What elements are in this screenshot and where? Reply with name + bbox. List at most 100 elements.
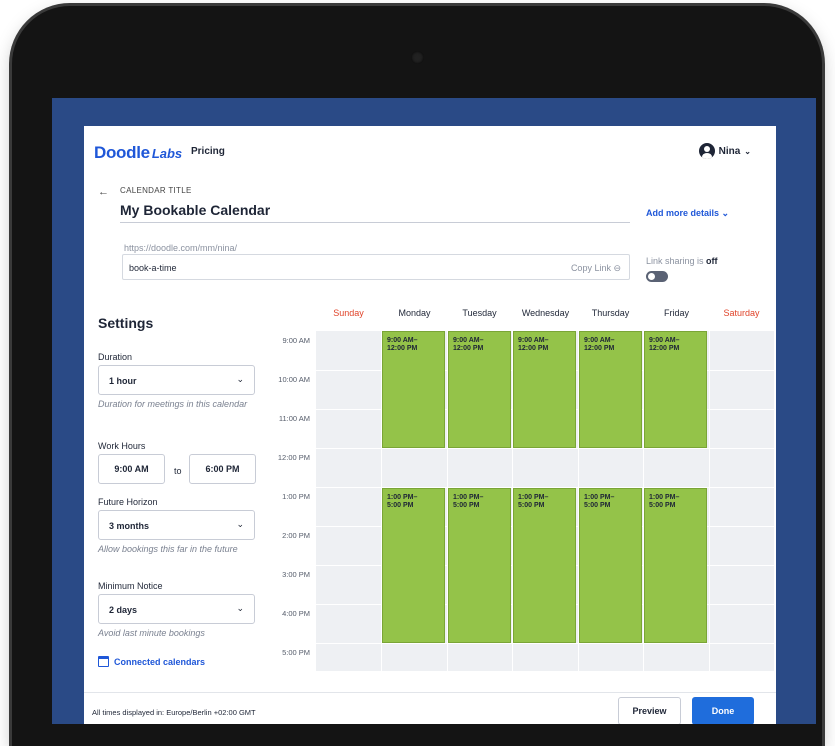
user-menu[interactable]: Nina ⌄	[698, 143, 751, 159]
block-start: 9:00 AM–	[518, 337, 549, 344]
day-header-thursday: Thursday	[591, 308, 630, 318]
pricing-link[interactable]: Pricing	[191, 146, 225, 157]
block-start: 9:00 AM–	[453, 337, 484, 344]
user-name: Nina	[718, 145, 741, 157]
time-label: 2:00 PM	[282, 531, 310, 540]
time-label: 11:00 AM	[278, 414, 310, 423]
link-sharing-prefix: Link sharing is	[646, 256, 704, 266]
availability-block-tuesday-am[interactable]: 9:00 AM– 12:00 PM	[448, 331, 511, 448]
block-start: 1:00 PM–	[584, 494, 615, 501]
availability-block-monday-pm[interactable]: 1:00 PM– 5:00 PM	[382, 488, 445, 643]
block-end: 5:00 PM	[387, 502, 414, 509]
time-label: 5:00 PM	[282, 648, 310, 657]
top-header: Doodle Labs Pricing Nina ⌄	[84, 126, 776, 176]
slug-value: book-a-time	[129, 263, 177, 273]
minimum-notice-value: 2 days	[109, 605, 138, 615]
calendar-name-input[interactable]: My Bookable Calendar	[120, 202, 630, 223]
calendar-icon	[98, 656, 109, 667]
time-label: 10:00 AM	[278, 375, 310, 384]
block-end: 5:00 PM	[518, 502, 545, 509]
camera-icon	[411, 51, 424, 64]
block-end: 12:00 PM	[584, 345, 615, 352]
time-label: 3:00 PM	[282, 570, 310, 579]
time-label: 1:00 PM	[282, 492, 310, 501]
block-end: 12:00 PM	[453, 345, 484, 352]
schedule-grid[interactable]: 9:00 AM– 12:00 PM 9:00 AM– 12:00 PM 9:00 A…	[316, 331, 774, 671]
link-sharing-state: off	[706, 256, 718, 266]
block-start: 9:00 AM–	[387, 337, 418, 344]
day-header-friday: Friday	[663, 308, 689, 318]
day-header-wednesday: Wednesday	[521, 308, 570, 318]
minimum-notice-label: Minimum Notice	[98, 581, 163, 591]
block-start: 1:00 PM–	[387, 494, 418, 501]
block-start: 9:00 AM–	[649, 337, 680, 344]
minimum-notice-hint: Avoid last minute bookings	[98, 628, 205, 638]
doodle-logo[interactable]: Doodle Labs	[94, 143, 182, 163]
done-button[interactable]: Done	[692, 697, 754, 724]
add-more-details-link[interactable]: Add more details ⌄	[646, 208, 729, 219]
settings-heading: Settings	[98, 315, 154, 331]
work-hours-to: to	[174, 466, 182, 476]
calendar-title-label: CALENDAR TITLE	[120, 186, 192, 195]
grid-column-divider	[709, 331, 710, 671]
link-sharing-label: Link sharing is off	[646, 256, 718, 266]
block-end: 12:00 PM	[518, 345, 549, 352]
time-label: 4:00 PM	[282, 609, 310, 618]
link-sharing-toggle[interactable]	[646, 271, 668, 282]
minimum-notice-select[interactable]: 2 days ⌄	[98, 594, 255, 624]
availability-block-monday-am[interactable]: 9:00 AM– 12:00 PM	[382, 331, 445, 448]
block-end: 12:00 PM	[387, 345, 418, 352]
duration-select[interactable]: 1 hour ⌄	[98, 365, 255, 395]
duration-hint: Duration for meetings in this calendar	[98, 399, 248, 409]
work-start-input[interactable]: 9:00 AM	[98, 454, 165, 484]
block-end: 5:00 PM	[584, 502, 611, 509]
availability-block-wednesday-am[interactable]: 9:00 AM– 12:00 PM	[513, 331, 576, 448]
day-header-sunday: Sunday	[333, 308, 364, 318]
connected-calendars-link[interactable]: Connected calendars	[98, 656, 205, 667]
block-end: 12:00 PM	[649, 345, 680, 352]
time-label: 9:00 AM	[282, 336, 310, 345]
block-end: 5:00 PM	[649, 502, 676, 509]
chevron-down-icon: ⌄	[236, 519, 244, 529]
tablet-screen: Doodle Labs Pricing Nina ⌄ ← CALENDAR TIT…	[52, 98, 816, 724]
block-start: 1:00 PM–	[518, 494, 549, 501]
logo-sub: Labs	[151, 146, 183, 161]
future-horizon-hint: Allow bookings this far in the future	[98, 544, 238, 554]
future-horizon-select[interactable]: 3 months ⌄	[98, 510, 255, 540]
app-window: Doodle Labs Pricing Nina ⌄ ← CALENDAR TIT…	[84, 126, 776, 724]
back-arrow-icon[interactable]: ←	[98, 186, 109, 198]
availability-block-thursday-pm[interactable]: 1:00 PM– 5:00 PM	[579, 488, 642, 643]
day-header-tuesday: Tuesday	[462, 308, 497, 318]
duration-value: 1 hour	[109, 376, 137, 386]
user-avatar-icon	[698, 143, 715, 159]
chevron-down-icon: ⌄	[236, 603, 244, 613]
block-end: 5:00 PM	[453, 502, 480, 509]
duration-label: Duration	[98, 352, 133, 362]
url-base: https://doodle.com/mm/nina/	[124, 243, 238, 253]
availability-block-friday-am[interactable]: 9:00 AM– 12:00 PM	[644, 331, 707, 448]
connected-calendars-label: Connected calendars	[114, 656, 206, 667]
availability-block-thursday-am[interactable]: 9:00 AM– 12:00 PM	[579, 331, 642, 448]
day-header-monday: Monday	[398, 308, 431, 318]
footer-bar: All times displayed in: Europe/Berlin +0…	[84, 692, 776, 724]
copy-link-button[interactable]: Copy Link ⊖	[571, 263, 621, 274]
tablet-frame: Doodle Labs Pricing Nina ⌄ ← CALENDAR TIT…	[12, 6, 822, 746]
chevron-down-icon: ⌄	[744, 146, 751, 156]
block-start: 9:00 AM–	[584, 337, 615, 344]
grid-row-divider	[316, 643, 774, 644]
availability-block-wednesday-pm[interactable]: 1:00 PM– 5:00 PM	[513, 488, 576, 643]
block-start: 1:00 PM–	[649, 494, 680, 501]
availability-block-friday-pm[interactable]: 1:00 PM– 5:00 PM	[644, 488, 707, 643]
preview-button[interactable]: Preview	[618, 697, 681, 724]
future-horizon-value: 3 months	[109, 521, 150, 531]
availability-block-tuesday-pm[interactable]: 1:00 PM– 5:00 PM	[448, 488, 511, 643]
future-horizon-label: Future Horizon	[98, 497, 158, 507]
time-label: 12:00 PM	[277, 453, 310, 462]
grid-row-divider	[316, 448, 774, 449]
day-header-saturday: Saturday	[723, 308, 760, 318]
work-hours-label: Work Hours	[98, 441, 146, 451]
work-end-input[interactable]: 6:00 PM	[189, 454, 256, 484]
block-start: 1:00 PM–	[453, 494, 484, 501]
logo-main: Doodle	[94, 143, 150, 162]
slug-field[interactable]: book-a-time Copy Link ⊖	[122, 254, 630, 280]
